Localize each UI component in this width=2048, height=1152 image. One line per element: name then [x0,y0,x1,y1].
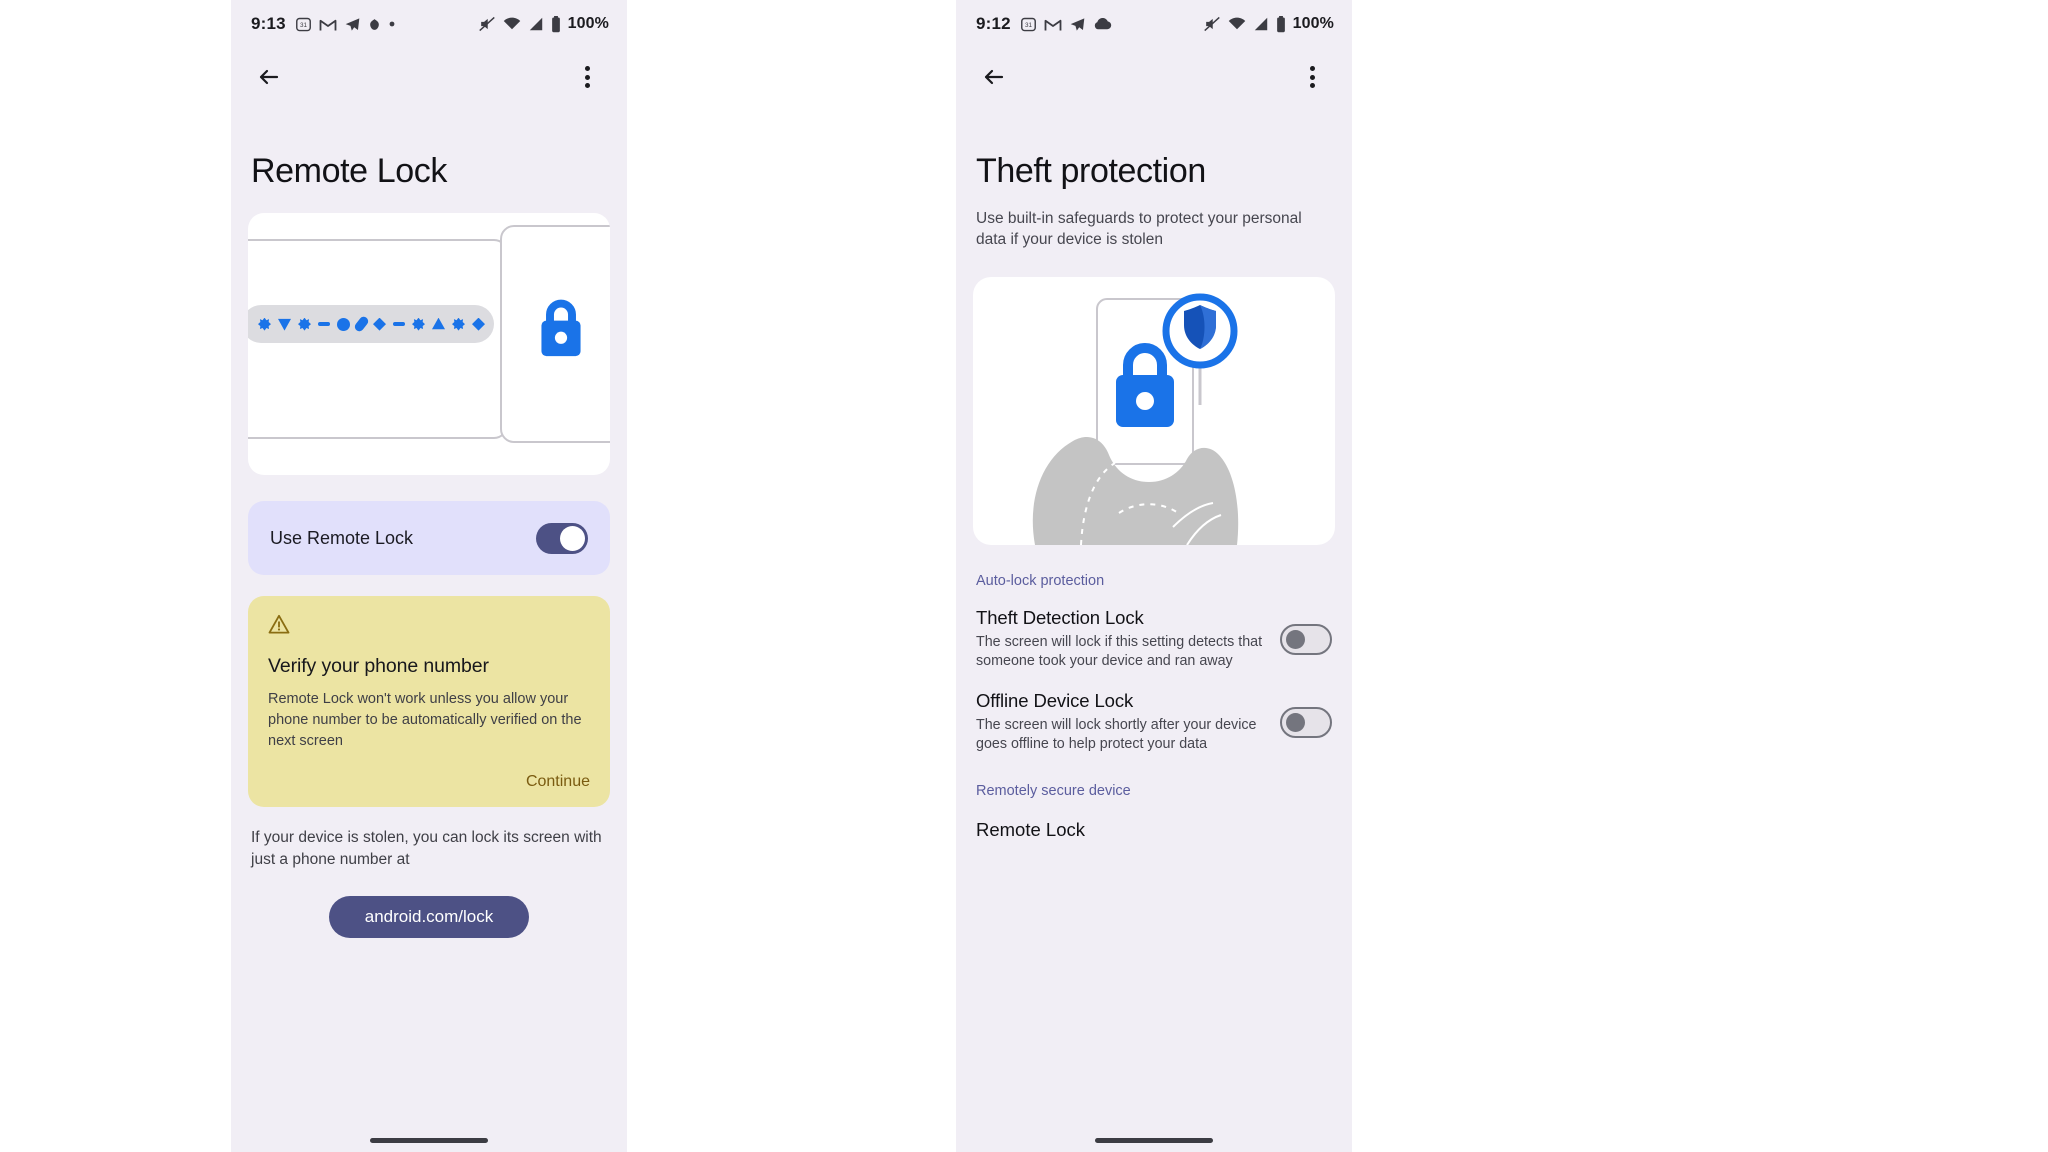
gmail-icon [319,19,337,30]
telegram-icon [1070,17,1085,31]
overflow-menu-button[interactable] [569,59,605,95]
back-button[interactable] [251,59,287,95]
page-title: Theft protection [976,152,1206,190]
use-remote-lock-switch[interactable] [536,522,588,554]
pin-entry-field-graphic [248,305,494,344]
pref-subtitle: The screen will lock shortly after your … [976,716,1257,753]
signal-icon [529,17,542,31]
footer-note: If your device is stolen, you can lock i… [251,829,602,868]
pref-text: Theft Detection Lock The screen will loc… [976,607,1266,672]
page-subtitle: Use built-in safeguards to protect your … [976,210,1302,249]
app-bar [956,48,1352,106]
back-arrow-icon [984,69,1004,85]
pref-title: Offline Device Lock [976,689,1134,711]
status-bar-right: 100% [478,15,609,33]
calendar-icon: 31 [295,17,311,31]
battery-percentage: 100% [1292,15,1334,32]
verify-phone-warning-card: Verify your phone number Remote Lock won… [248,596,610,808]
use-remote-lock-label: Use Remote Lock [270,527,414,548]
status-bar-left: 9:13 31 [251,14,396,34]
overflow-menu-icon [584,66,590,88]
android-lock-url-button[interactable]: android.com/lock [329,895,529,938]
svg-text:31: 31 [300,21,308,28]
status-bar: 9:13 31 100% [231,0,627,48]
theft-detection-lock-switch[interactable] [1280,623,1332,655]
warning-triangle-icon [268,615,290,634]
battery-percentage: 100% [567,15,609,32]
gesture-navigation-bar[interactable] [1095,1138,1213,1143]
app-bar [231,48,627,106]
dot-icon [389,21,395,27]
gesture-navigation-bar[interactable] [370,1138,488,1143]
padlock-icon [541,299,581,357]
pref-subtitle: The screen will lock if this setting det… [976,633,1263,670]
pref-row-offline-device-lock[interactable]: Offline Device Lock The screen will lock… [956,690,1352,755]
status-bar: 9:12 31 100% [956,0,1352,48]
battery-icon [1276,15,1285,32]
use-remote-lock-row[interactable]: Use Remote Lock [248,501,610,576]
status-bar-clock: 9:12 [976,14,1011,33]
cloud-icon [1094,17,1112,29]
svg-text:31: 31 [1025,21,1033,28]
section-header-auto-lock: Auto-lock protection [976,572,1105,589]
screenshot-stage: 9:13 31 100% Remote Lock Use Remote Lock… [0,0,2048,1152]
warning-body: Remote Lock won't work unless you allow … [268,691,582,749]
pref-text: Offline Device Lock The screen will lock… [976,690,1266,755]
phone-screen-remote-lock: 9:13 31 100% Remote Lock Use Remote Lock… [231,0,627,1152]
telegram-icon [345,17,360,31]
offline-device-lock-switch[interactable] [1280,706,1332,738]
overflow-menu-button[interactable] [1294,59,1330,95]
calendar-icon: 31 [1020,17,1036,31]
hand-holding-phone-art [1032,293,1239,545]
status-bar-right: 100% [1203,15,1334,33]
back-arrow-icon [259,69,279,85]
signal-icon [1254,17,1267,31]
pref-row-theft-detection-lock[interactable]: Theft Detection Lock The screen will loc… [956,607,1352,672]
status-bar-left: 9:12 31 [976,14,1112,34]
mute-icon [1203,16,1220,32]
theft-protection-illustration [973,276,1335,545]
pref-row-remote-lock[interactable]: Remote Lock [956,819,1352,841]
battery-icon [551,15,560,32]
wifi-icon [503,17,520,30]
wifi-icon [1228,17,1245,30]
remote-lock-illustration [248,213,610,476]
phone-screen-theft-protection: 9:12 31 100% Theft protection Use built-… [956,0,1352,1152]
status-bar-clock: 9:13 [251,14,286,33]
overflow-menu-icon [1309,66,1315,88]
back-button[interactable] [976,59,1012,95]
section-header-remotely-secure: Remotely secure device [976,782,1131,799]
continue-button[interactable]: Continue [268,773,590,791]
gmail-icon [1044,19,1062,30]
page-title: Remote Lock [251,152,447,190]
pref-title: Theft Detection Lock [976,606,1144,628]
warning-title: Verify your phone number [268,655,489,678]
mute-icon [478,16,495,32]
app-icon [369,18,379,30]
